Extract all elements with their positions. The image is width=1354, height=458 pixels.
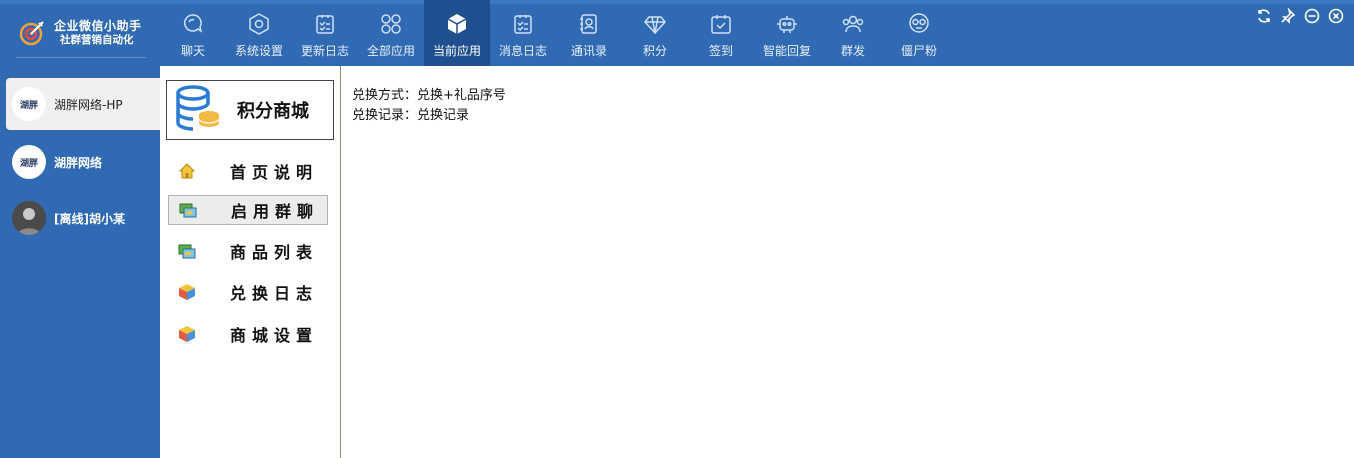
nav-label: 系统设置: [234, 44, 283, 58]
nav-all-apps[interactable]: 全部应用: [358, 0, 424, 66]
all-apps-icon: [377, 10, 405, 38]
nav-label: 僵尸粉: [900, 44, 937, 58]
nav-label: 通讯录: [570, 44, 607, 58]
avatar: 湖胖: [12, 145, 46, 179]
menu-item-product-list[interactable]: 商品列表: [168, 236, 328, 266]
menu-label: 启用群聊: [231, 202, 320, 221]
nav-group-send[interactable]: 群发: [820, 0, 886, 66]
contact-sidebar: 湖胖 湖胖网络-HP 湖胖 湖胖网络 [离线]胡小某: [0, 66, 160, 458]
menu-item-home[interactable]: 首页说明: [168, 156, 328, 186]
nav-label: 聊天: [180, 44, 205, 58]
zombie-fans-icon: [905, 10, 933, 38]
nav-points[interactable]: 积分: [622, 0, 688, 66]
menu-item-exchange-log[interactable]: 兑换日志: [168, 277, 328, 307]
nav-label: 智能回复: [762, 44, 811, 58]
avatar: [12, 201, 46, 235]
content-area: 兑换方式：兑换+礼品序号 兑换记录：兑换记录: [352, 86, 506, 126]
exchange-log-cube-icon: [178, 283, 196, 301]
contact-name: [离线]胡小某: [54, 211, 125, 226]
app-menu-panel: 积分商城 首页说明 启用群聊 商品列表 兑换日志 商城设置: [160, 66, 341, 458]
contact-name: 湖胖网络-HP: [54, 97, 123, 112]
menu-label: 兑换日志: [230, 284, 319, 303]
nav-system-settings[interactable]: 系统设置: [226, 0, 292, 66]
nav-zombie-fans[interactable]: 僵尸粉: [886, 0, 952, 66]
chat-icon: [179, 10, 207, 38]
nav-label: 全部应用: [366, 44, 415, 58]
refresh-icon[interactable]: [1254, 6, 1274, 26]
app-subtitle: 社群营销自动化: [60, 34, 134, 46]
settings-hex-icon: [245, 10, 273, 38]
menu-label: 商城设置: [230, 326, 319, 345]
menu-item-mall-settings[interactable]: 商城设置: [168, 319, 328, 349]
checkin-icon: [707, 10, 735, 38]
avatar-text: 湖胖: [19, 158, 38, 169]
current-app-cube-icon: [443, 10, 471, 38]
contacts-icon: [575, 10, 603, 38]
app-header: 积分商城: [166, 80, 334, 140]
nav-label: 签到: [708, 44, 733, 58]
contact-item[interactable]: [离线]胡小某: [6, 192, 160, 244]
menu-item-enable-group[interactable]: 启用群聊: [168, 195, 328, 225]
pin-icon[interactable]: [1278, 6, 1298, 26]
exchange-method-text: 兑换方式：兑换+礼品序号: [352, 88, 506, 103]
nav-checkin[interactable]: 签到: [688, 0, 754, 66]
logo-target-icon: [18, 19, 46, 47]
nav-message-log[interactable]: 消息日志: [490, 0, 556, 66]
close-icon[interactable]: [1326, 6, 1346, 26]
nav-label: 更新日志: [300, 44, 349, 58]
exchange-record-text: 兑换记录：兑换记录: [352, 108, 470, 123]
group-send-icon: [839, 10, 867, 38]
nav-label: 当前应用: [432, 44, 481, 58]
nav-smart-reply[interactable]: 智能回复: [754, 0, 820, 66]
group-chat-icon: [179, 201, 197, 219]
database-icon: [173, 83, 223, 137]
top-bar: 企业微信小助手 社群营销自动化 聊天 系统设置 更新日志 全部应用 当前应用 消…: [0, 0, 1354, 66]
nav-chat[interactable]: 聊天: [160, 0, 226, 66]
contact-item[interactable]: 湖胖 湖胖网络: [6, 136, 160, 188]
nav-label: 消息日志: [498, 44, 547, 58]
product-list-icon: [178, 242, 196, 260]
nav-label: 积分: [642, 44, 667, 58]
nav-contacts[interactable]: 通讯录: [556, 0, 622, 66]
contact-item[interactable]: 湖胖 湖胖网络-HP: [6, 78, 160, 130]
avatar-text: 湖胖: [19, 100, 38, 111]
robot-icon: [773, 10, 801, 38]
home-icon: [178, 162, 196, 180]
menu-label: 首页说明: [230, 163, 319, 182]
nav-label: 群发: [840, 44, 865, 58]
contact-name: 湖胖网络: [54, 155, 103, 170]
nav-current-app[interactable]: 当前应用: [424, 0, 490, 66]
update-log-icon: [311, 10, 339, 38]
avatar: 湖胖: [12, 87, 46, 121]
app-title: 企业微信小助手: [54, 19, 142, 33]
message-log-icon: [509, 10, 537, 38]
minimize-icon[interactable]: [1302, 6, 1322, 26]
logo-divider: [16, 57, 146, 58]
main-nav: 聊天 系统设置 更新日志 全部应用 当前应用 消息日志 通讯录 积分 签到 智能…: [160, 0, 952, 66]
menu-label: 商品列表: [230, 243, 319, 262]
window-controls: [1254, 6, 1346, 26]
mall-settings-cube-icon: [178, 325, 196, 343]
nav-update-log[interactable]: 更新日志: [292, 0, 358, 66]
points-diamond-icon: [641, 10, 669, 38]
app-panel-title: 积分商城: [237, 101, 309, 122]
